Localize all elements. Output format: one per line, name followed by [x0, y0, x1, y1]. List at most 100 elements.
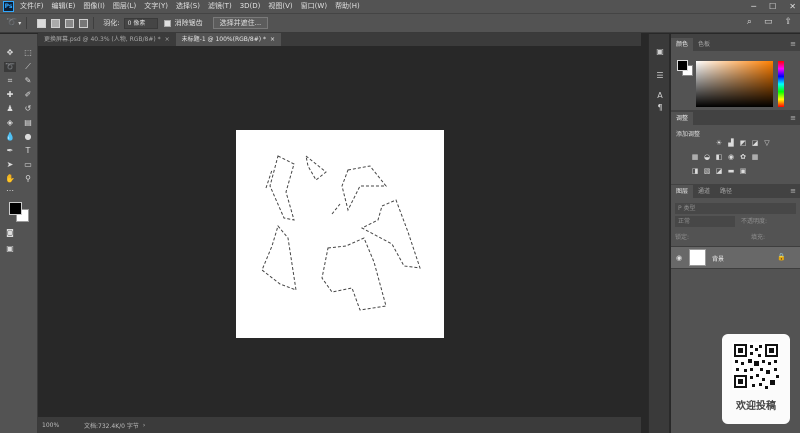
menu-layer[interactable]: 图层(L): [113, 0, 136, 13]
quick-mask-icon[interactable]: ◙: [4, 228, 16, 238]
selective-color-icon[interactable]: ▣: [739, 168, 747, 175]
document-canvas[interactable]: [236, 130, 444, 338]
add-to-selection-icon[interactable]: [51, 18, 61, 28]
posterize-icon[interactable]: ▧: [703, 168, 711, 175]
rectangle-tool-icon[interactable]: ▭: [22, 160, 34, 170]
panel-menu-icon[interactable]: ≡: [790, 187, 796, 195]
menu-help[interactable]: 帮助(H): [335, 0, 360, 13]
menu-filter[interactable]: 滤镜(T): [208, 0, 232, 13]
minimize-button[interactable]: ─: [751, 2, 756, 11]
tab-layers[interactable]: 图层: [671, 185, 694, 198]
path-select-icon[interactable]: ➤: [4, 160, 16, 170]
exposure-icon[interactable]: ◪: [751, 140, 759, 147]
crop-tool-icon[interactable]: ⌗: [4, 76, 16, 86]
paragraph-panel-icon[interactable]: ¶: [654, 102, 666, 113]
search-icon[interactable]: ⌕: [747, 17, 752, 27]
invert-icon[interactable]: ◨: [691, 168, 699, 175]
new-selection-icon[interactable]: [37, 18, 47, 28]
character-panel-icon[interactable]: A: [654, 90, 666, 101]
tab-swatches[interactable]: 色板: [693, 38, 715, 51]
tab-document-1[interactable]: 更换屏幕.psd @ 40.3% (人物, RGB/8#) * ×: [38, 33, 176, 46]
select-and-mask-button[interactable]: 选择并遮住...: [212, 17, 269, 29]
history-brush-icon[interactable]: ↺: [22, 104, 34, 114]
chevron-right-icon[interactable]: ›: [143, 422, 145, 429]
dodge-tool-icon[interactable]: ●: [22, 132, 34, 142]
eye-icon[interactable]: ◉: [676, 254, 682, 262]
blur-tool-icon[interactable]: 💧: [4, 132, 16, 142]
properties-panel-icon[interactable]: ☰: [654, 70, 666, 81]
close-icon[interactable]: ×: [165, 36, 170, 43]
pen-tool-icon[interactable]: ✒: [4, 146, 16, 156]
subtract-selection-icon[interactable]: [65, 18, 75, 28]
close-icon[interactable]: ×: [270, 36, 275, 43]
levels-icon[interactable]: ▟: [727, 140, 735, 147]
gradient-map-icon[interactable]: ▬: [727, 168, 735, 175]
menu-type[interactable]: 文字(Y): [144, 0, 168, 13]
more-tools-icon[interactable]: ⋯: [4, 186, 16, 196]
color-picker-field[interactable]: [696, 61, 773, 107]
panel-menu-icon[interactable]: ≡: [790, 40, 796, 48]
zoom-level[interactable]: 100%: [38, 422, 76, 429]
foreground-color-swatch[interactable]: [9, 202, 22, 215]
lasso-tool-icon[interactable]: ➰: [4, 62, 16, 72]
foreground-color-swatch[interactable]: [677, 60, 688, 71]
share-icon[interactable]: ⇪: [784, 17, 792, 27]
menu-view[interactable]: 视图(V): [268, 0, 292, 13]
photo-filter-icon[interactable]: ◉: [727, 154, 735, 161]
layer-name[interactable]: 背景: [712, 254, 724, 263]
hue-saturation-icon[interactable]: ▦: [691, 154, 699, 161]
brightness-icon[interactable]: ☀: [715, 140, 723, 147]
threshold-icon[interactable]: ◪: [715, 168, 723, 175]
menu-image[interactable]: 图像(I): [83, 0, 105, 13]
gradient-tool-icon[interactable]: ▤: [22, 118, 34, 128]
tab-adjustments[interactable]: 调整: [671, 112, 694, 125]
tab-paths[interactable]: 路径: [715, 185, 737, 198]
menu-edit[interactable]: 编辑(E): [52, 0, 76, 13]
history-panel-icon[interactable]: ▣: [654, 46, 666, 57]
close-button[interactable]: ✕: [789, 2, 796, 11]
hue-slider[interactable]: [778, 61, 784, 107]
fill-label[interactable]: 填充:: [751, 232, 765, 241]
type-tool-icon[interactable]: T: [22, 146, 34, 156]
quick-select-tool-icon[interactable]: ⟋: [22, 62, 34, 72]
color-lookup-icon[interactable]: ▦: [751, 154, 759, 161]
lasso-icon[interactable]: ➰: [6, 18, 17, 28]
clone-stamp-icon[interactable]: ♟: [4, 104, 16, 114]
move-tool-icon[interactable]: ✥: [4, 48, 16, 58]
brush-tool-icon[interactable]: ✐: [22, 90, 34, 100]
eraser-tool-icon[interactable]: ◈: [4, 118, 16, 128]
feather-input[interactable]: 0 像素: [123, 17, 158, 29]
color-balance-icon[interactable]: ◒: [703, 154, 711, 161]
menu-file[interactable]: 文件(F): [20, 0, 44, 13]
eyedropper-tool-icon[interactable]: ✎: [22, 76, 34, 86]
black-white-icon[interactable]: ◧: [715, 154, 723, 161]
divider: [26, 17, 28, 29]
screen-mode-icon[interactable]: ▣: [4, 244, 16, 254]
layer-row[interactable]: ◉ 背景 🔒: [671, 246, 800, 269]
maximize-button[interactable]: ☐: [769, 2, 776, 11]
tab-color[interactable]: 颜色: [671, 38, 694, 51]
workspace-icon[interactable]: ▭: [764, 17, 773, 27]
vibrance-icon[interactable]: ▽: [763, 140, 771, 147]
tab-document-2[interactable]: 未标题-1 @ 100%(RGB/8#) * ×: [175, 33, 282, 46]
marquee-tool-icon[interactable]: ⬚: [22, 48, 34, 58]
layer-filter-input[interactable]: P 类型: [675, 203, 796, 214]
document-info: 文档:732.4K/0 字节: [84, 422, 139, 430]
channel-mixer-icon[interactable]: ✿: [739, 154, 747, 161]
zoom-tool-icon[interactable]: ⚲: [22, 174, 34, 184]
intersect-selection-icon[interactable]: [79, 18, 89, 28]
chevron-down-icon[interactable]: ▾: [18, 20, 21, 27]
panel-menu-icon[interactable]: ≡: [790, 114, 796, 122]
menu-window[interactable]: 窗口(W): [301, 0, 327, 13]
menu-select[interactable]: 选择(S): [176, 0, 200, 13]
selection-shape: [269, 155, 295, 221]
opacity-label[interactable]: 不透明度:: [741, 216, 767, 225]
blend-mode-select[interactable]: 正常: [675, 216, 735, 227]
tab-channels[interactable]: 通道: [693, 185, 715, 198]
canvas-area[interactable]: [38, 46, 641, 417]
menu-3d[interactable]: 3D(D): [240, 0, 261, 13]
healing-brush-icon[interactable]: ✚: [4, 90, 16, 100]
curves-icon[interactable]: ◩: [739, 140, 747, 147]
antialias-checkbox[interactable]: [163, 19, 171, 27]
hand-tool-icon[interactable]: ✋: [4, 174, 16, 184]
